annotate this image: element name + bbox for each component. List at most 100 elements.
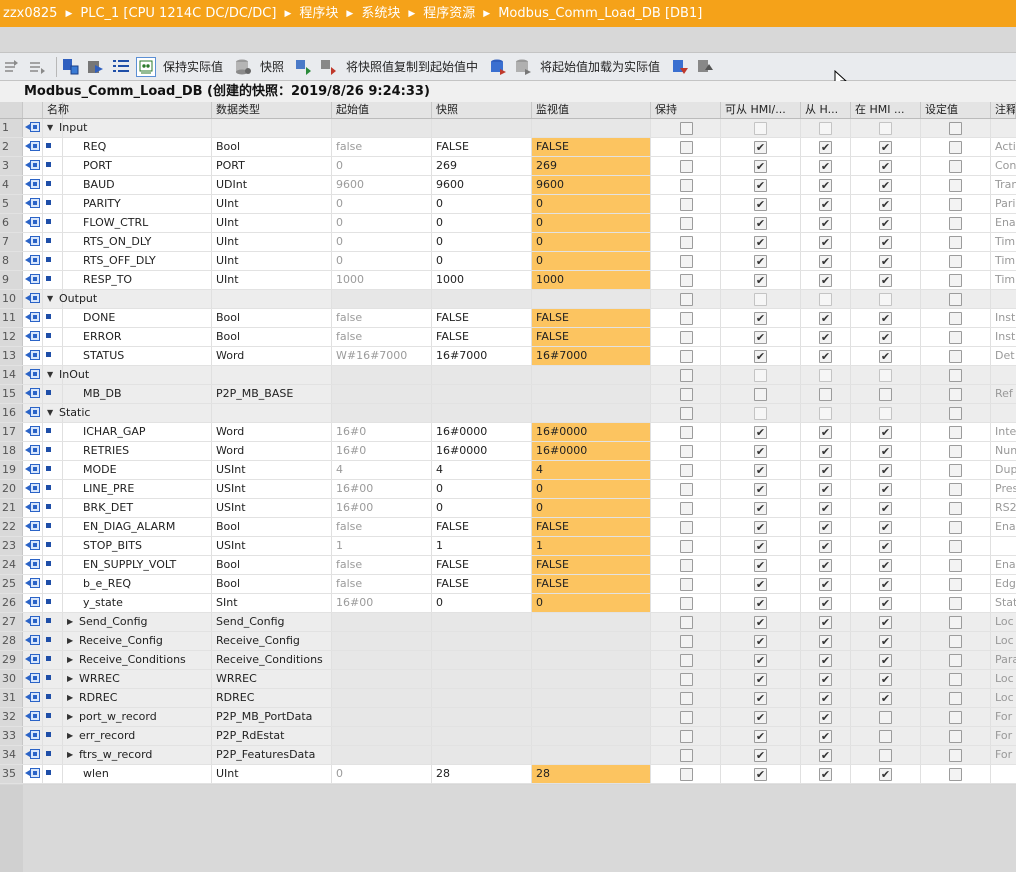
- table-row[interactable]: 4 BAUD UDInt 9600 9600 9600 ✔ ✔ ✔ Tran: [0, 176, 1016, 195]
- variable-name-cell[interactable]: EN_DIAG_ALARM: [79, 518, 212, 536]
- start-value-cell[interactable]: 16#00: [332, 594, 432, 612]
- data-type-cell[interactable]: Receive_Conditions: [212, 651, 332, 669]
- checkbox[interactable]: ✔: [879, 426, 892, 439]
- hmi-visible-cell[interactable]: ✔: [851, 765, 921, 783]
- comment-cell[interactable]: [991, 366, 1016, 384]
- comment-cell[interactable]: Loc: [991, 632, 1016, 650]
- retain-cell[interactable]: [651, 309, 721, 327]
- checkbox[interactable]: [949, 255, 962, 268]
- hmi-visible-cell[interactable]: ✔: [851, 613, 921, 631]
- retain-cell[interactable]: [651, 271, 721, 289]
- expand-triangle-icon[interactable]: ▶: [67, 727, 79, 745]
- col-header-name[interactable]: 名称: [43, 102, 212, 118]
- checkbox[interactable]: [879, 122, 892, 135]
- data-type-cell[interactable]: USInt: [212, 480, 332, 498]
- retain-cell[interactable]: [651, 594, 721, 612]
- comment-cell[interactable]: Tran: [991, 176, 1016, 194]
- checkbox[interactable]: [680, 673, 693, 686]
- breadcrumb-item[interactable]: zzx0825: [3, 6, 57, 21]
- data-type-cell[interactable]: P2P_MB_PortData: [212, 708, 332, 726]
- hmi-access-cell[interactable]: [721, 404, 801, 422]
- variable-name-cell[interactable]: REQ: [79, 138, 212, 156]
- hmi-access-cell[interactable]: ✔: [721, 461, 801, 479]
- setpoint-cell[interactable]: [921, 613, 991, 631]
- download-db-icon[interactable]: [670, 57, 690, 77]
- hmi-visible-cell[interactable]: ✔: [851, 575, 921, 593]
- variable-name-cell[interactable]: ▶ ftrs_w_record: [63, 746, 212, 764]
- col-header-hmi-visible[interactable]: 在 HMI ...: [851, 102, 921, 118]
- checkbox[interactable]: ✔: [754, 217, 767, 230]
- checkbox[interactable]: ✔: [819, 768, 832, 781]
- checkbox[interactable]: ✔: [819, 160, 832, 173]
- checkbox[interactable]: ✔: [819, 198, 832, 211]
- start-value-cell[interactable]: [332, 727, 432, 745]
- checkbox[interactable]: [949, 236, 962, 249]
- checkbox[interactable]: [754, 122, 767, 135]
- col-header-hmi-write[interactable]: 从 H...: [801, 102, 851, 118]
- comment-cell[interactable]: Tim: [991, 271, 1016, 289]
- checkbox[interactable]: ✔: [879, 255, 892, 268]
- hmi-access-cell[interactable]: [721, 290, 801, 308]
- table-row[interactable]: 24 EN_SUPPLY_VOLT Bool false FALSE FALSE ✔ ✔ ✔ En…: [0, 556, 1016, 575]
- checkbox[interactable]: ✔: [754, 559, 767, 572]
- checkbox[interactable]: [949, 350, 962, 363]
- hmi-visible-cell[interactable]: ✔: [851, 176, 921, 194]
- hmi-write-cell[interactable]: [801, 290, 851, 308]
- start-value-cell[interactable]: 16#0: [332, 423, 432, 441]
- breadcrumb-item[interactable]: 系统块: [361, 6, 400, 21]
- comment-cell[interactable]: Inte: [991, 423, 1016, 441]
- checkbox[interactable]: ✔: [819, 673, 832, 686]
- retain-cell[interactable]: [651, 385, 721, 403]
- data-type-cell[interactable]: SInt: [212, 594, 332, 612]
- breadcrumb-item[interactable]: 程序块: [299, 6, 338, 21]
- comment-cell[interactable]: [991, 537, 1016, 555]
- checkbox[interactable]: ✔: [879, 141, 892, 154]
- variable-name-cell[interactable]: ▼ Output: [43, 290, 212, 308]
- hmi-visible-cell[interactable]: [851, 746, 921, 764]
- table-row[interactable]: 18 RETRIES Word 16#0 16#0000 16#0000 ✔ ✔ ✔ Nun: [0, 442, 1016, 461]
- copy-snapshot-to-start-icon[interactable]: [319, 57, 339, 77]
- data-type-cell[interactable]: UInt: [212, 214, 332, 232]
- comment-cell[interactable]: Ena: [991, 556, 1016, 574]
- hmi-access-cell[interactable]: [721, 119, 801, 137]
- setpoint-cell[interactable]: [921, 632, 991, 650]
- keep-actual-values-icon[interactable]: [136, 56, 156, 77]
- start-value-cell[interactable]: 1000: [332, 271, 432, 289]
- table-row[interactable]: 17 ICHAR_GAP Word 16#0 16#0000 16#0000 ✔ ✔ ✔ Inte: [0, 423, 1016, 442]
- variable-name-cell[interactable]: ▶ WRREC: [63, 670, 212, 688]
- checkbox[interactable]: [949, 388, 962, 401]
- col-header-hmi-access[interactable]: 可从 HMI/...: [721, 102, 801, 118]
- setpoint-cell[interactable]: [921, 727, 991, 745]
- hmi-write-cell[interactable]: ✔: [801, 252, 851, 270]
- table-row[interactable]: 15 MB_DB P2P_MB_BASE Ref: [0, 385, 1016, 404]
- keep-actual-values-label[interactable]: 保持实际值: [163, 58, 223, 75]
- data-type-cell[interactable]: [212, 366, 332, 384]
- checkbox[interactable]: ✔: [754, 483, 767, 496]
- start-value-cell[interactable]: 0: [332, 195, 432, 213]
- variable-name-cell[interactable]: ▶ err_record: [63, 727, 212, 745]
- checkbox[interactable]: [949, 711, 962, 724]
- checkbox[interactable]: ✔: [819, 312, 832, 325]
- table-row[interactable]: 3 PORT PORT 0 269 269 ✔ ✔ ✔ Con: [0, 157, 1016, 176]
- data-type-cell[interactable]: USInt: [212, 537, 332, 555]
- variable-name-cell[interactable]: y_state: [79, 594, 212, 612]
- checkbox[interactable]: ✔: [754, 502, 767, 515]
- checkbox[interactable]: [680, 502, 693, 515]
- hmi-access-cell[interactable]: ✔: [721, 499, 801, 517]
- checkbox[interactable]: ✔: [879, 464, 892, 477]
- hmi-write-cell[interactable]: ✔: [801, 195, 851, 213]
- retain-cell[interactable]: [651, 765, 721, 783]
- checkbox[interactable]: ✔: [879, 616, 892, 629]
- variable-name-cell[interactable]: EN_SUPPLY_VOLT: [79, 556, 212, 574]
- setpoint-cell[interactable]: [921, 518, 991, 536]
- checkbox[interactable]: ✔: [754, 179, 767, 192]
- checkbox[interactable]: ✔: [819, 217, 832, 230]
- hmi-access-cell[interactable]: ✔: [721, 271, 801, 289]
- start-value-cell[interactable]: 16#00: [332, 480, 432, 498]
- data-type-cell[interactable]: [212, 404, 332, 422]
- checkbox[interactable]: [949, 483, 962, 496]
- breadcrumb-item[interactable]: Modbus_Comm_Load_DB [DB1]: [498, 6, 702, 21]
- retain-cell[interactable]: [651, 423, 721, 441]
- comment-cell[interactable]: Loc: [991, 670, 1016, 688]
- setpoint-cell[interactable]: [921, 252, 991, 270]
